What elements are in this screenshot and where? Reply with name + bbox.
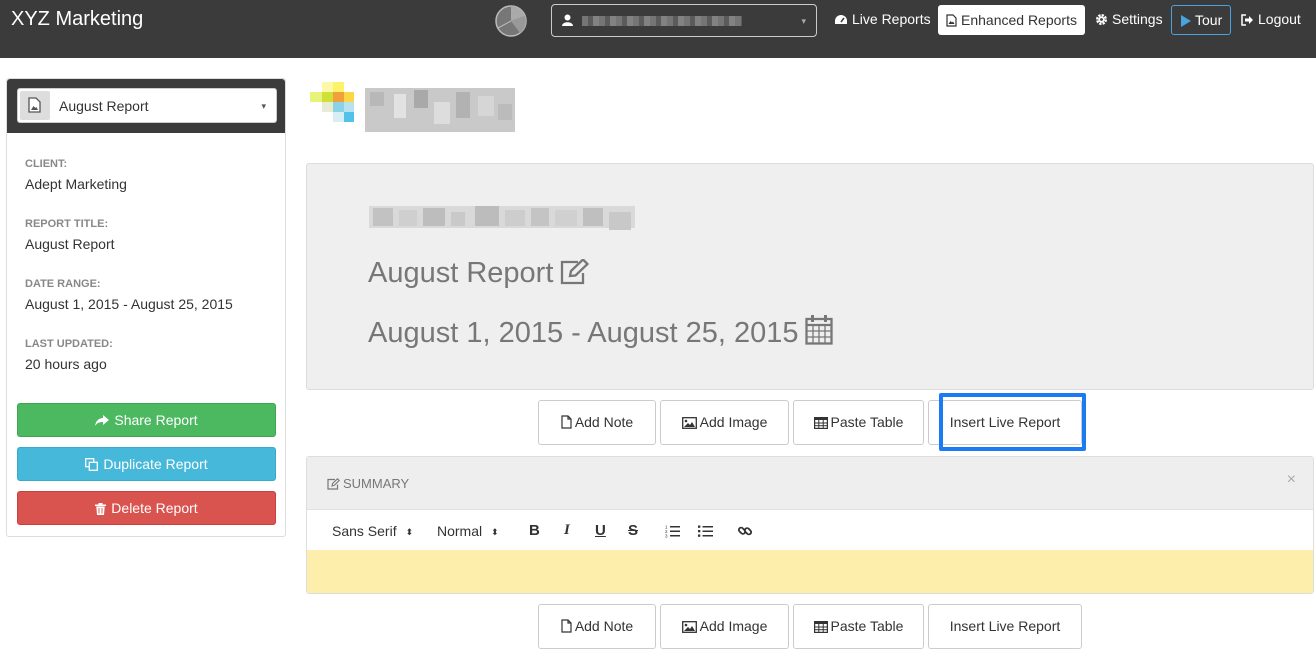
share-icon — [95, 415, 110, 426]
nav-settings-label: Settings — [1112, 11, 1163, 27]
report-header-panel: August Report August 1, 2015 - August 25… — [306, 163, 1314, 390]
report-title-text: August Report — [368, 257, 554, 289]
font-family-select[interactable]: Sans Serif ⬍ — [332, 523, 413, 539]
file-icon — [561, 415, 572, 429]
nav-enhanced-reports-label: Enhanced Reports — [961, 12, 1077, 28]
rich-text-toolbar: Sans Serif ⬍ Normal ⬍ B I U S 1 2 3 — [307, 511, 1313, 550]
edit-icon — [327, 478, 340, 490]
duplicate-report-button[interactable]: Duplicate Report — [17, 447, 276, 481]
paste-table-label: Paste Table — [830, 618, 904, 634]
delete-report-button[interactable]: Delete Report — [17, 491, 276, 525]
share-report-label: Share Report — [114, 412, 198, 428]
report-title-label: REPORT TITLE: — [25, 218, 109, 230]
gear-icon — [1096, 14, 1107, 25]
paste-table-button-bottom[interactable]: Paste Table — [793, 604, 924, 649]
copy-icon — [85, 458, 99, 471]
font-size-value: Normal — [437, 523, 483, 539]
close-icon[interactable]: × — [1287, 471, 1296, 489]
nav-tour[interactable]: Tour — [1171, 5, 1232, 35]
calendar-icon[interactable] — [804, 315, 833, 345]
client-logo-redacted — [310, 82, 515, 132]
client-label: CLIENT: — [25, 158, 68, 170]
share-report-button[interactable]: Share Report — [17, 403, 276, 437]
nav-logout-label: Logout — [1258, 11, 1301, 27]
nav-enhanced-reports[interactable]: Enhanced Reports — [938, 5, 1085, 35]
strikethrough-button[interactable]: S — [628, 522, 638, 539]
add-note-label: Add Note — [574, 618, 634, 634]
picture-icon — [681, 621, 697, 633]
chevron-down-icon: ▾ — [801, 16, 806, 26]
play-icon — [1181, 15, 1191, 27]
date-range-label: DATE RANGE: — [25, 278, 101, 290]
tour-highlight-outline — [939, 393, 1086, 451]
summary-header: SUMMARY × — [307, 457, 1313, 510]
font-size-select[interactable]: Normal ⬍ — [437, 523, 499, 539]
picture-icon — [681, 417, 697, 429]
add-image-button[interactable]: Add Image — [660, 400, 789, 445]
logout-icon — [1241, 14, 1253, 26]
account-select[interactable]: ▾ — [551, 4, 817, 37]
paste-table-button[interactable]: Paste Table — [793, 400, 924, 445]
report-date-range-heading[interactable]: August 1, 2015 - August 25, 2015 — [368, 315, 833, 350]
nav-tour-label: Tour — [1195, 12, 1223, 28]
file-image-icon — [946, 14, 957, 27]
last-updated-label: LAST UPDATED: — [25, 338, 113, 350]
report-select[interactable]: August Report ▾ — [17, 88, 277, 123]
insert-live-report-label: Insert Live Report — [949, 618, 1061, 634]
bold-button[interactable]: B — [529, 522, 540, 539]
paste-table-label: Paste Table — [830, 414, 904, 430]
add-image-label: Add Image — [699, 414, 768, 430]
table-icon — [813, 621, 828, 634]
edit-icon[interactable] — [559, 257, 590, 285]
svg-text:3: 3 — [665, 534, 668, 539]
report-date-range-text: August 1, 2015 - August 25, 2015 — [368, 317, 799, 349]
delete-report-label: Delete Report — [111, 500, 198, 516]
chevron-down-icon: ▾ — [261, 101, 266, 111]
report-title-heading[interactable]: August Report — [368, 257, 590, 290]
report-title-value: August Report — [25, 236, 115, 252]
client-value: Adept Marketing — [25, 176, 127, 192]
insert-live-report-button-bottom[interactable]: Insert Live Report — [928, 604, 1082, 649]
brand-name[interactable]: XYZ Marketing — [11, 8, 143, 31]
file-image-icon — [28, 97, 41, 113]
summary-editor[interactable] — [307, 550, 1313, 593]
last-updated-value: 20 hours ago — [25, 356, 107, 372]
user-icon — [562, 14, 573, 26]
nav-live-reports[interactable]: Live Reports — [834, 0, 931, 39]
summary-title[interactable]: SUMMARY — [327, 476, 409, 491]
add-image-button-bottom[interactable]: Add Image — [660, 604, 789, 649]
table-icon — [813, 417, 828, 430]
add-note-label: Add Note — [574, 414, 634, 430]
report-select-value: August Report — [59, 98, 149, 114]
up-down-arrows-icon: ⬍ — [405, 527, 414, 537]
dashboard-icon — [835, 15, 847, 24]
summary-title-text: SUMMARY — [343, 476, 410, 491]
file-icon — [561, 619, 572, 633]
nav-logout[interactable]: Logout — [1241, 0, 1301, 39]
ordered-list-icon[interactable]: 1 2 3 — [665, 524, 680, 538]
nav-live-reports-label: Live Reports — [852, 11, 931, 27]
nav-settings[interactable]: Settings — [1095, 0, 1163, 39]
top-navbar: XYZ Marketing ▾ Live Reports Enhanced Re… — [0, 0, 1316, 58]
sidebar-header: August Report ▾ — [7, 79, 285, 133]
client-name-redacted — [369, 206, 635, 230]
italic-button[interactable]: I — [564, 522, 570, 539]
add-note-button[interactable]: Add Note — [538, 400, 656, 445]
date-range-value: August 1, 2015 - August 25, 2015 — [25, 296, 233, 312]
summary-section: SUMMARY × Sans Serif ⬍ Normal ⬍ B I U S 1 … — [306, 456, 1314, 594]
duplicate-report-label: Duplicate Report — [103, 456, 208, 472]
trash-icon — [95, 503, 107, 515]
underline-button[interactable]: U — [595, 522, 606, 539]
bullet-list-icon[interactable] — [698, 524, 713, 538]
pie-chart-logo-icon — [495, 5, 527, 37]
add-note-button-bottom[interactable]: Add Note — [538, 604, 656, 649]
up-down-arrows-icon: ⬍ — [491, 527, 499, 537]
report-sidebar: August Report ▾ CLIENT: Adept Marketing … — [6, 78, 286, 537]
add-image-label: Add Image — [699, 618, 768, 634]
account-name-redacted — [582, 16, 742, 26]
font-family-value: Sans Serif — [332, 523, 397, 539]
report-select-icon-box — [20, 91, 50, 120]
link-icon[interactable] — [737, 523, 753, 539]
